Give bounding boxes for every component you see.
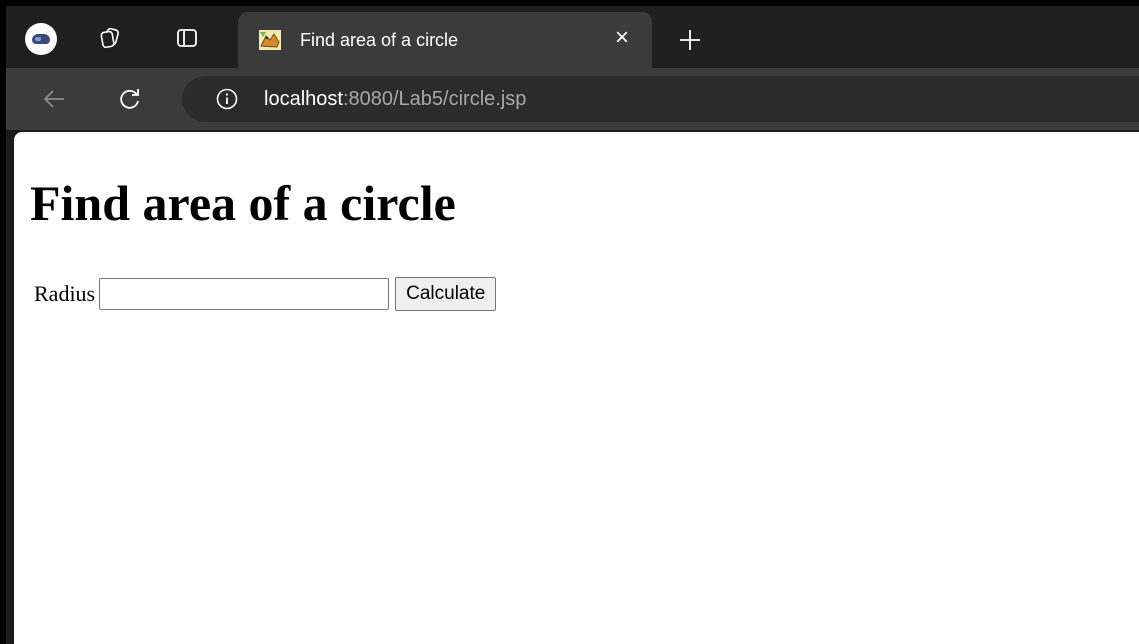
url-text[interactable]: localhost:8080/Lab5/circle.jsp bbox=[264, 88, 526, 111]
workspaces-icon[interactable] bbox=[98, 26, 122, 50]
tab-active[interactable]: Find area of a circle × bbox=[238, 12, 652, 68]
new-tab-icon[interactable] bbox=[676, 26, 704, 54]
calculate-button[interactable]: Calculate bbox=[395, 277, 497, 311]
page-title: Find area of a circle bbox=[30, 175, 456, 231]
tab-strip: Find area of a circle × bbox=[6, 6, 1139, 68]
close-icon[interactable]: × bbox=[610, 26, 634, 50]
page-viewport: Find area of a circle Radius Calculate bbox=[14, 132, 1139, 644]
back-icon[interactable] bbox=[40, 85, 68, 113]
address-bar[interactable]: localhost:8080/Lab5/circle.jsp bbox=[182, 76, 1139, 122]
tab-title: Find area of a circle bbox=[300, 30, 459, 50]
reload-icon[interactable] bbox=[116, 85, 144, 113]
radius-input[interactable] bbox=[99, 278, 390, 310]
info-icon[interactable] bbox=[216, 88, 238, 110]
url-path: :8080/Lab5/circle.jsp bbox=[342, 88, 527, 110]
profile-avatar[interactable] bbox=[25, 23, 57, 55]
avatar-image bbox=[32, 34, 50, 44]
radius-label: Radius bbox=[34, 281, 96, 306]
tomcat-favicon bbox=[258, 28, 282, 52]
radius-form: Radius Calculate bbox=[34, 277, 497, 311]
vertical-tabs-icon[interactable] bbox=[175, 26, 199, 50]
url-host: localhost bbox=[264, 88, 343, 110]
browser-toolbar: localhost:8080/Lab5/circle.jsp bbox=[6, 68, 1139, 130]
